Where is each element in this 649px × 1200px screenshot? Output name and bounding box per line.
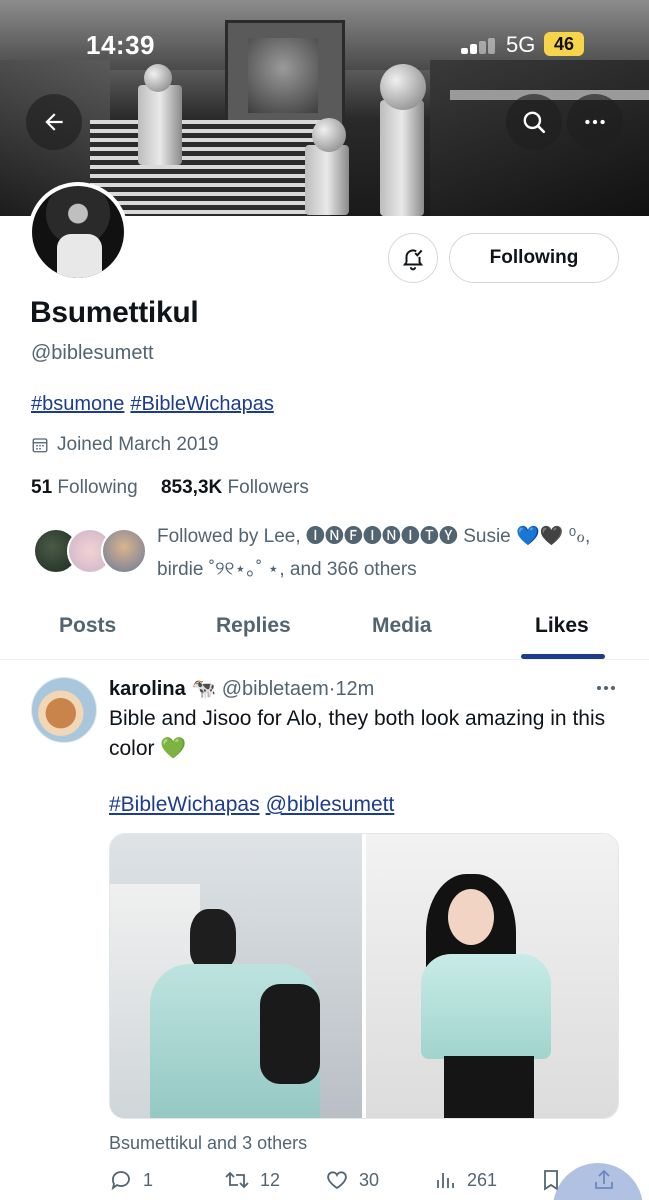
more-dots-icon bbox=[585, 119, 605, 125]
profile-avatar[interactable] bbox=[28, 182, 128, 282]
photo-hair bbox=[190, 909, 236, 969]
hashtag-link[interactable]: #bsumone bbox=[31, 393, 124, 415]
search-icon bbox=[523, 111, 546, 134]
tab-replies[interactable]: Replies bbox=[216, 614, 291, 638]
signal-icon bbox=[461, 38, 501, 54]
reply-button[interactable]: 1 bbox=[109, 1168, 153, 1192]
reply-count: 1 bbox=[143, 1169, 154, 1190]
following-button[interactable]: Following bbox=[449, 233, 619, 283]
tweet-author-name[interactable]: karolina 🐄 bbox=[109, 678, 216, 700]
views-button[interactable]: 261 bbox=[433, 1168, 497, 1192]
following-count-link[interactable]: 51 Following bbox=[31, 477, 138, 498]
following-label: Following bbox=[57, 477, 138, 498]
tab-posts[interactable]: Posts bbox=[59, 614, 116, 638]
photo-backpack bbox=[260, 984, 320, 1084]
profile-hashtags: #bsumone #BibleWichapas bbox=[31, 393, 280, 416]
banner-ball bbox=[312, 118, 346, 152]
view-count: 261 bbox=[467, 1169, 498, 1190]
heart-icon bbox=[327, 1171, 347, 1190]
network-type: 5G bbox=[506, 32, 536, 57]
notifications-button[interactable] bbox=[388, 233, 438, 283]
tweet-text: Bible and Jisoo for Alo, they both look … bbox=[109, 707, 606, 760]
followers-label: Followers bbox=[227, 477, 309, 498]
battery-icon: 46 bbox=[544, 32, 584, 56]
status-time: 14:39 bbox=[86, 30, 155, 60]
profile-tabs: Posts Replies Media Likes bbox=[0, 600, 649, 660]
banner-stairs bbox=[90, 120, 330, 216]
tab-media[interactable]: Media bbox=[372, 614, 432, 638]
calendar-icon bbox=[32, 438, 48, 453]
followers-count: 853,3K bbox=[160, 477, 223, 498]
more-button[interactable] bbox=[567, 94, 623, 150]
search-button[interactable] bbox=[506, 94, 562, 150]
like-button[interactable]: 30 bbox=[325, 1168, 379, 1192]
tweet-header: karolina 🐄 @bibletaem·12m bbox=[109, 676, 374, 701]
like-count: 30 bbox=[359, 1169, 380, 1190]
joined-date: Joined March 2019 bbox=[31, 434, 219, 456]
photo-pants bbox=[444, 1056, 534, 1118]
retweet-icon bbox=[225, 1171, 249, 1189]
tab-likes[interactable]: Likes bbox=[535, 614, 589, 638]
retweet-count: 12 bbox=[260, 1169, 281, 1190]
mention-link[interactable]: @biblesumett bbox=[266, 793, 395, 816]
follower-avatar bbox=[101, 528, 147, 574]
tweet-author-avatar[interactable] bbox=[31, 677, 97, 743]
avatar bbox=[32, 186, 124, 278]
arrow-left-icon bbox=[45, 113, 63, 131]
hashtag-link[interactable]: #BibleWichapas bbox=[109, 793, 260, 816]
active-tab-indicator bbox=[521, 654, 605, 659]
status-bar: 14:39 5G 46 bbox=[0, 0, 649, 90]
joined-label: Joined March 2019 bbox=[57, 434, 219, 455]
bell-check-icon bbox=[402, 249, 424, 271]
tweet-image-1[interactable] bbox=[110, 834, 362, 1118]
banner-post bbox=[138, 85, 182, 165]
hashtag-link[interactable]: #BibleWichapas bbox=[130, 393, 273, 415]
liked-by-text[interactable]: Bsumettikul and 3 others bbox=[109, 1133, 307, 1154]
tweet-links: #BibleWichapas @biblesumett bbox=[109, 793, 400, 817]
banner-post bbox=[305, 145, 349, 215]
back-button[interactable] bbox=[26, 94, 82, 150]
tweet-time[interactable]: 12m bbox=[335, 678, 374, 700]
tweet-author-handle[interactable]: @bibletaem bbox=[222, 678, 329, 700]
more-dots-icon bbox=[597, 686, 615, 690]
reply-icon bbox=[111, 1171, 130, 1191]
followers-count-link[interactable]: 853,3K Followers bbox=[161, 477, 309, 498]
photo-face bbox=[448, 889, 494, 945]
follow-counts: 51 Following 853,3K Followers bbox=[31, 477, 309, 499]
retweet-button[interactable]: 12 bbox=[224, 1168, 280, 1192]
tweet-actions: 1 12 30 261 bbox=[109, 1168, 629, 1198]
following-count: 51 bbox=[31, 477, 53, 498]
views-chart-icon bbox=[437, 1173, 454, 1188]
profile-handle: @biblesumett bbox=[31, 342, 154, 364]
tweet-media[interactable] bbox=[109, 833, 619, 1119]
followed-by-line: Followed by Lee, 🅘🅝🅕🅘🅝🅘🅣🅨 Susie 💙🖤 ⁰ℴ, bbox=[157, 526, 591, 547]
tweet-more-button[interactable] bbox=[594, 676, 618, 705]
tweet-image-2[interactable] bbox=[366, 834, 618, 1118]
followed-by-line: birdie ˚୨୧⋆｡˚ ⋆, and 366 others bbox=[157, 559, 417, 580]
profile-name: Bsumettikul bbox=[30, 296, 199, 329]
photo-jacket bbox=[421, 954, 551, 1059]
banner-post bbox=[380, 100, 424, 216]
followed-by-text: Followed by Lee, 🅘🅝🅕🅘🅝🅘🅣🅨 Susie 💙🖤 ⁰ℴ, b… bbox=[157, 520, 627, 586]
